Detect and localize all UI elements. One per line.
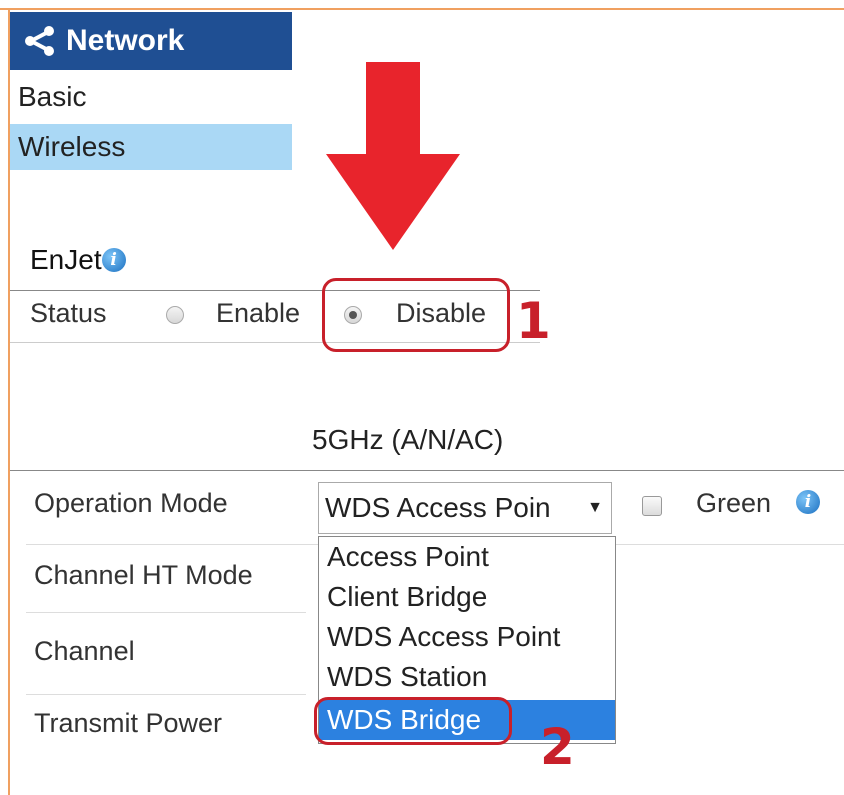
info-icon[interactable]: i: [101, 248, 126, 272]
highlight-callout-wds-bridge: [314, 697, 512, 745]
enjet-title: EnJet: [30, 244, 102, 275]
frame-border-top: [0, 8, 844, 10]
sidebar-item-basic[interactable]: Basic: [10, 74, 292, 120]
divider: [26, 612, 306, 613]
red-down-arrow-icon: [326, 62, 460, 250]
option-access-point[interactable]: Access Point: [319, 537, 615, 577]
chevron-down-icon: ▼: [587, 499, 603, 516]
highlight-callout-disable: [322, 278, 510, 352]
enable-radio[interactable]: [166, 306, 184, 324]
channel-label: Channel: [34, 636, 135, 666]
section-title-5ghz: 5GHz (A/N/AC): [312, 424, 504, 455]
channel-ht-mode-label: Channel HT Mode: [34, 560, 253, 590]
step-marker-2: 2: [540, 718, 575, 776]
share-icon: [25, 26, 54, 56]
option-wds-station[interactable]: WDS Station: [319, 657, 615, 697]
option-wds-access-point[interactable]: WDS Access Point: [319, 617, 615, 657]
divider: [26, 694, 306, 695]
network-nav-header[interactable]: Network: [10, 12, 292, 70]
enable-label: Enable: [216, 298, 301, 328]
network-nav-title: Network: [66, 24, 185, 57]
sidebar-item-wireless[interactable]: Wireless: [10, 124, 292, 170]
divider: [10, 470, 844, 471]
enjet-section: EnJet i: [30, 244, 126, 276]
info-icon[interactable]: i: [796, 490, 820, 514]
transmit-power-label: Transmit Power: [34, 708, 223, 738]
step-marker-1: 1: [516, 292, 551, 350]
operation-mode-label: Operation Mode: [34, 488, 228, 518]
green-label: Green: [696, 488, 772, 518]
operation-mode-value: WDS Access Poin: [325, 492, 551, 523]
operation-mode-select[interactable]: WDS Access Poin ▼: [318, 482, 612, 534]
option-client-bridge[interactable]: Client Bridge: [319, 577, 615, 617]
green-checkbox[interactable]: [642, 496, 662, 516]
status-label: Status: [30, 298, 107, 328]
